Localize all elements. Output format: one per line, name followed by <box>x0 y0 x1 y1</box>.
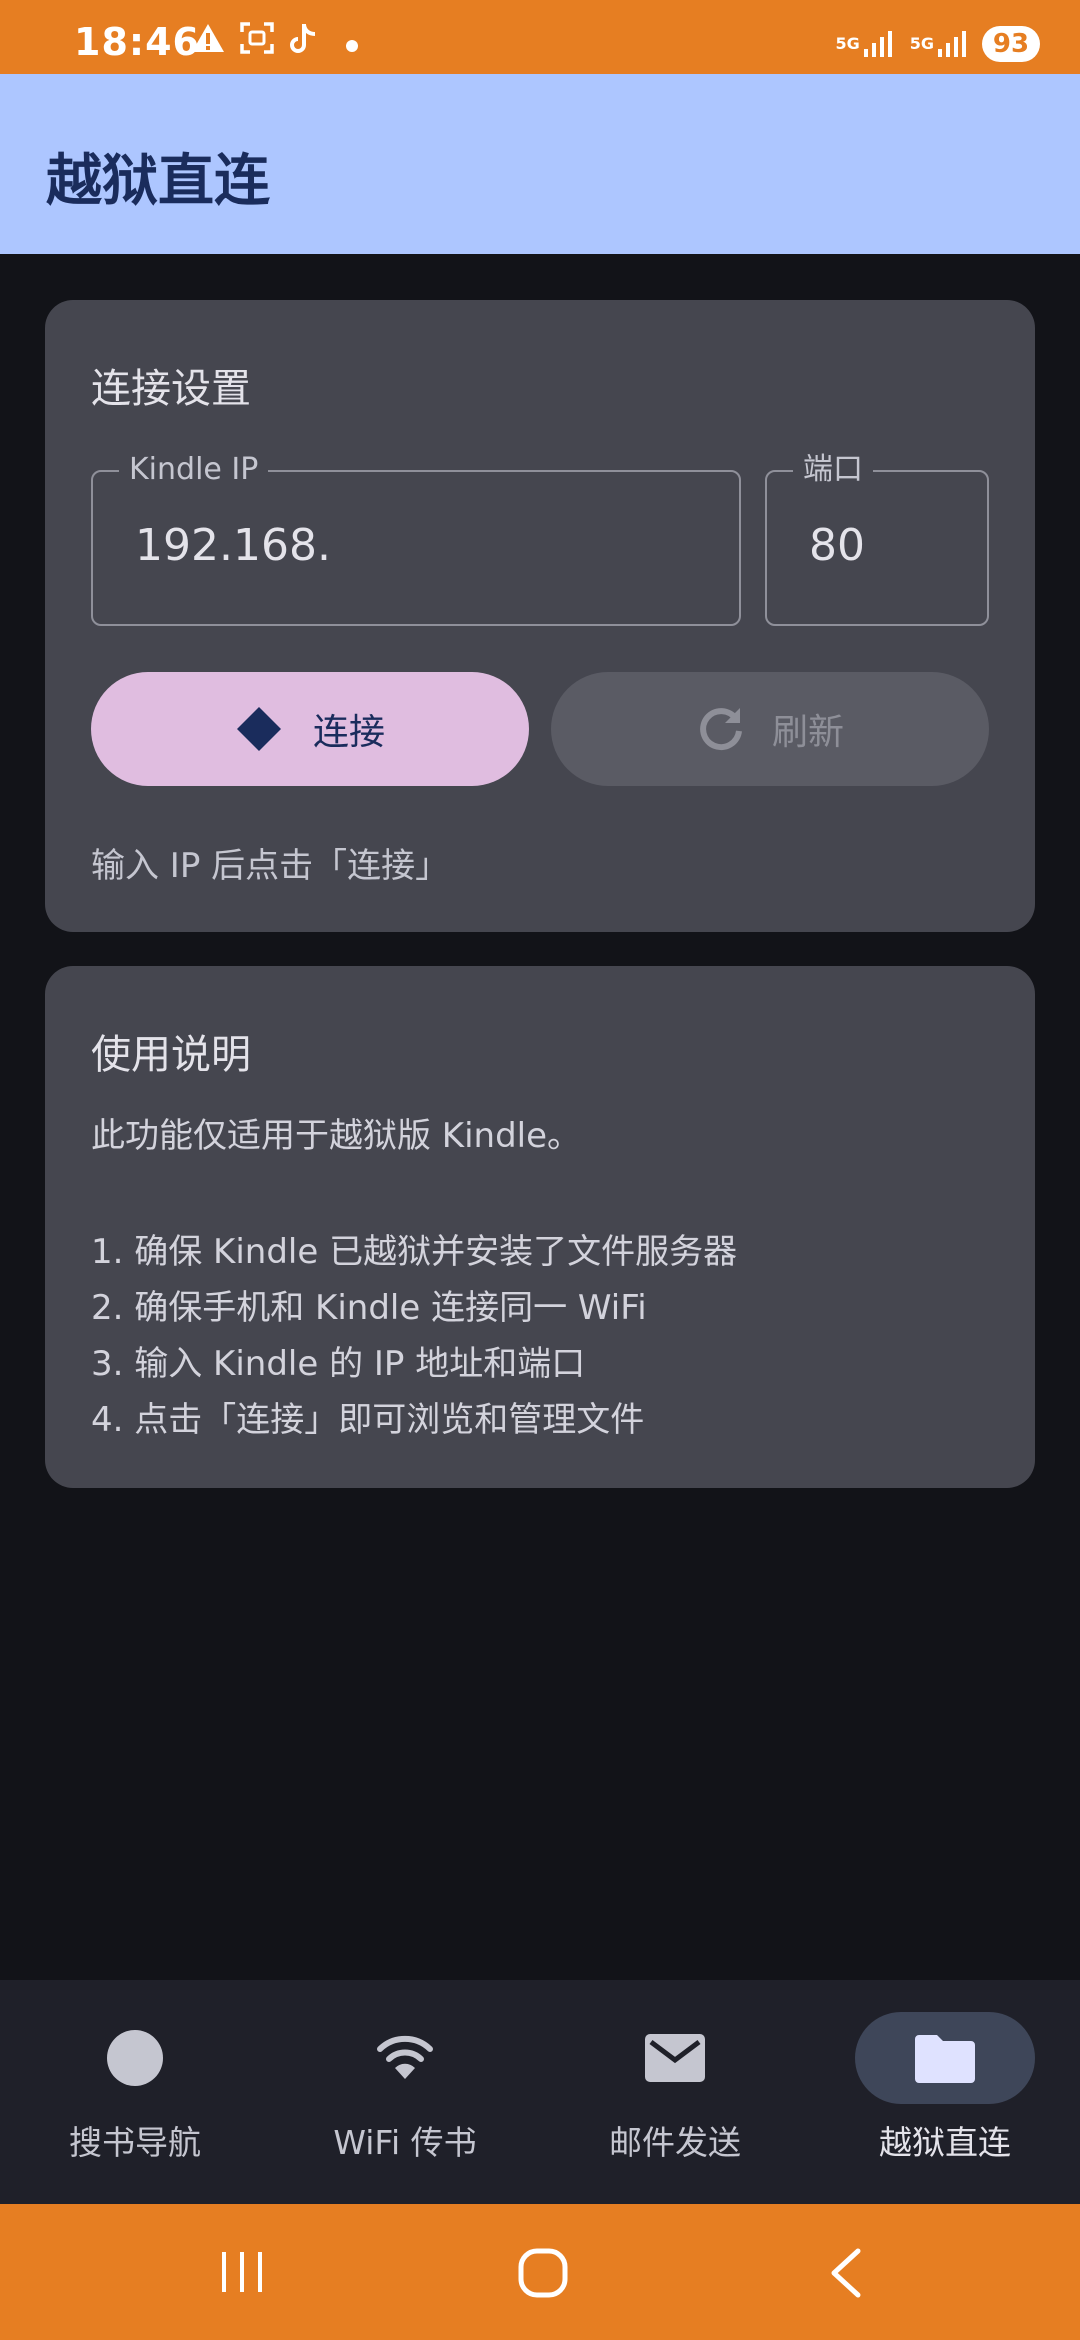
status-right-icons: 5G 5G 93 <box>835 26 1040 62</box>
nav-label: 邮件发送 <box>609 2123 741 2162</box>
nav-item-email-send[interactable]: 邮件发送 <box>540 1980 810 2204</box>
port-label: 端口 <box>793 452 873 488</box>
kindle-ip-value[interactable]: 192.168. <box>135 520 331 571</box>
instructions-intro: 此功能仅适用于越狱版 Kindle。 <box>91 1116 582 1156</box>
refresh-button[interactable]: 刷新 <box>551 672 989 786</box>
app-bar: 越狱直连 <box>0 74 1080 254</box>
circle-icon <box>103 2026 167 2090</box>
connection-settings-card: 连接设置 Kindle IP 192.168. 端口 80 连接 刷新 输入 I… <box>45 300 1035 932</box>
mail-icon <box>643 2026 707 2090</box>
port-field[interactable]: 端口 80 <box>765 452 989 626</box>
battery-indicator: 93 <box>982 26 1040 62</box>
signal-icon <box>863 31 892 57</box>
folder-icon <box>913 2026 977 2090</box>
recent-apps-icon[interactable] <box>218 2252 266 2292</box>
tiktok-icon <box>290 24 316 53</box>
instructions-title: 使用说明 <box>91 1032 251 1078</box>
nav-label: 搜书导航 <box>69 2123 201 2162</box>
signal-icon <box>938 31 966 57</box>
nav-item-search-books[interactable]: 搜书导航 <box>0 1980 270 2204</box>
nav-label: 越狱直连 <box>879 2123 1011 2162</box>
wifi-icon <box>373 2026 437 2090</box>
refresh-icon <box>700 708 742 751</box>
dot-icon <box>346 40 358 52</box>
connection-settings-title: 连接设置 <box>91 366 251 412</box>
scan-icon <box>240 22 274 54</box>
instruction-step: 1. 确保 Kindle 已越狱并安装了文件服务器 <box>91 1232 738 1272</box>
nav-label: WiFi 传书 <box>333 2123 477 2162</box>
port-value[interactable]: 80 <box>809 520 865 571</box>
network-type-2: 5G <box>909 34 934 53</box>
connect-button[interactable]: 连接 <box>91 672 529 786</box>
status-bar: 18:46 5G 5G 93 <box>0 0 1080 74</box>
connect-hint: 输入 IP 后点击「连接」 <box>91 846 450 886</box>
nav-item-wifi-transfer[interactable]: WiFi 传书 <box>270 1980 540 2204</box>
bottom-navigation: 搜书导航 WiFi 传书 邮件发送 越狱直连 <box>0 1980 1080 2204</box>
status-time: 18:46 <box>74 20 200 64</box>
connect-button-label: 连接 <box>312 712 385 753</box>
kindle-ip-label: Kindle IP <box>119 452 269 488</box>
nav-item-jailbreak-connect[interactable]: 越狱直连 <box>810 1980 1080 2204</box>
page-title: 越狱直连 <box>46 149 270 214</box>
refresh-button-label: 刷新 <box>771 712 844 753</box>
network-type-1: 5G <box>835 34 860 53</box>
system-navigation-bar <box>0 2204 1080 2340</box>
home-icon[interactable] <box>518 2248 568 2298</box>
diamond-icon <box>236 707 281 751</box>
warning-icon <box>192 24 224 52</box>
instructions-card: 使用说明 此功能仅适用于越狱版 Kindle。 1. 确保 Kindle 已越狱… <box>45 966 1035 1488</box>
instruction-step: 2. 确保手机和 Kindle 连接同一 WiFi <box>91 1288 647 1328</box>
instruction-step: 3. 输入 Kindle 的 IP 地址和端口 <box>91 1344 586 1384</box>
kindle-ip-field[interactable]: Kindle IP 192.168. <box>91 452 741 626</box>
instruction-step: 4. 点击「连接」即可浏览和管理文件 <box>91 1400 645 1440</box>
back-icon[interactable] <box>828 2248 864 2298</box>
